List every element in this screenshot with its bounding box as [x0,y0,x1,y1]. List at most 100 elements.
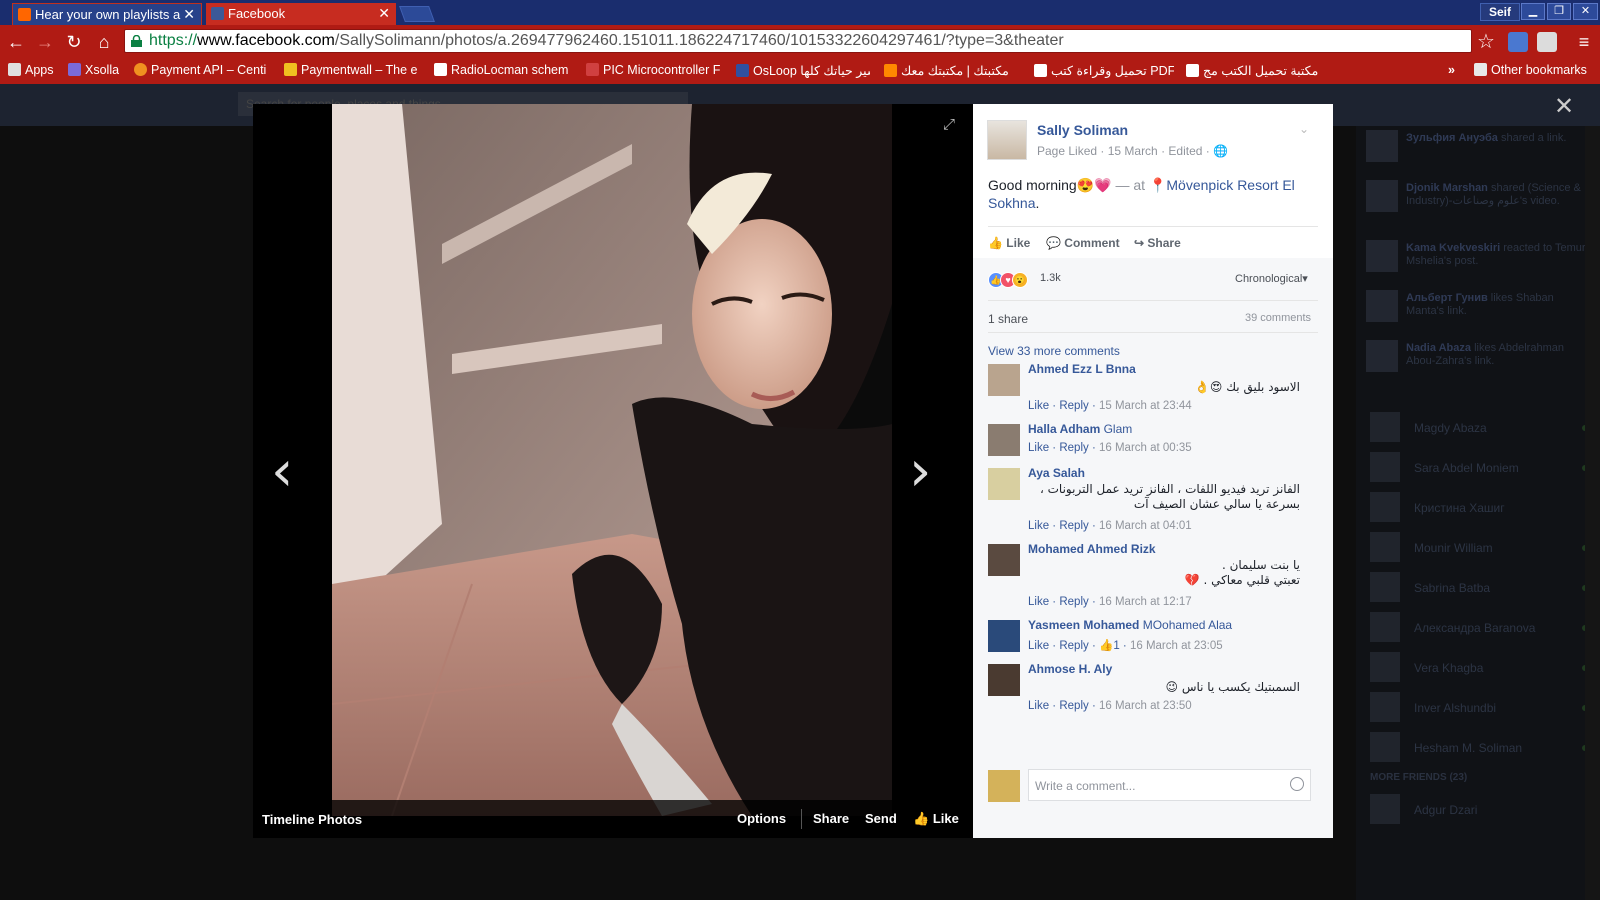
cube-extension-icon[interactable] [1537,32,1557,52]
chat-contact[interactable]: Кристина Хашиг [1366,492,1594,524]
bookmark-radiolocman[interactable]: RadioLocman schem [434,63,570,77]
comment-author[interactable]: Halla Adham Glam [1028,422,1132,436]
more-bookmarks-button[interactable]: » [1448,63,1455,77]
chat-contact[interactable]: Mounir William [1366,532,1594,564]
send-button[interactable]: Send [865,811,897,826]
bookmark-pic[interactable]: PIC Microcontroller F [586,63,720,77]
avatar[interactable] [988,544,1020,576]
page-scrollbar[interactable] [1585,126,1600,900]
comment-reply-link[interactable]: Reply [1059,442,1088,454]
comment-author[interactable]: Mohamed Ahmed Rizk [1028,542,1156,556]
other-bookmarks[interactable]: Other bookmarks [1474,63,1587,77]
avatar[interactable] [988,664,1020,696]
chat-contact[interactable]: Magdy Abaza [1366,412,1594,444]
share-photo-button[interactable]: Share [813,811,849,826]
comment-like-link[interactable]: Like [1028,640,1049,652]
comment-author[interactable]: Yasmeen Mohamed MOohamed Alaa [1028,618,1232,632]
bookmark-download-books[interactable]: مكتبة تحميل الكتب مج [1186,63,1326,78]
comment-reply-link[interactable]: Reply [1059,700,1088,712]
sort-dropdown[interactable]: Chronological▾ [1235,272,1308,285]
ticker-item[interactable]: Альберт Гунив likes Shaban Manta's link. [1366,290,1594,324]
profile-button[interactable]: Seif [1480,3,1521,21]
chat-contact[interactable]: Sabrina Batba [1366,572,1594,604]
comment-author[interactable]: Ahmose H. Aly [1028,662,1112,676]
chat-contact[interactable]: Hesham M. Soliman [1366,732,1594,764]
view-more-comments[interactable]: View 33 more comments [988,344,1120,358]
new-tab-button[interactable] [399,6,435,22]
address-bar[interactable]: https://www.facebook.com/SallySolimann/p… [124,29,1472,53]
reload-button[interactable]: ↻ [62,30,86,54]
tagged-name[interactable]: Glam [1104,422,1133,436]
share-button[interactable]: ↪ Share [1134,236,1181,250]
comment-like-link[interactable]: Like [1028,520,1049,532]
comment-reply-link[interactable]: Reply [1059,640,1088,652]
comment-reply-link[interactable]: Reply [1059,400,1088,412]
previous-photo-icon[interactable]: ‹ [271,444,293,500]
comment-likes[interactable]: 👍1 [1099,640,1120,652]
ticker-item[interactable]: Nadia Abaza likes Abdelrahman Abou-Zahra… [1366,340,1594,374]
like-photo-button[interactable]: 👍 Like [913,811,959,827]
bookmark-payment-api[interactable]: Payment API – Centi [134,63,268,77]
bookmark-osloop[interactable]: OsLoop سير حياتك كلها [736,63,870,78]
close-tab-icon[interactable]: ✕ [183,6,195,23]
bookmark-maktabtak[interactable]: مكتبتك | مكتبتك معك [884,63,1024,78]
tab-soundcloud[interactable]: Hear your own playlists a ✕ [12,3,202,25]
window-close-button[interactable]: ✕ [1573,3,1598,20]
shares-link[interactable]: 1 share [988,312,1028,326]
author-avatar[interactable] [987,120,1027,160]
chevron-down-icon[interactable]: ⌄ [1299,122,1309,136]
next-photo-icon[interactable]: › [909,444,931,500]
home-button[interactable]: ⌂ [92,30,116,54]
comment-date[interactable]: 16 March at 23:05 [1130,640,1223,652]
maximize-button[interactable]: ❐ [1547,3,1571,20]
comment-button[interactable]: 💬 Comment [1046,236,1120,250]
bookmark-apps[interactable]: Apps [8,63,54,77]
comment-date[interactable]: 16 March at 12:17 [1099,596,1192,608]
ticker-item[interactable]: Djonik Marshan shared (Science & Industr… [1366,180,1594,214]
chrome-menu-icon[interactable]: ≡ [1572,30,1596,54]
minimize-button[interactable]: ▁ [1521,3,1545,20]
comment-reply-link[interactable]: Reply [1059,520,1088,532]
comment-like-link[interactable]: Like [1028,442,1049,454]
back-button[interactable]: ← [4,30,28,54]
tab-facebook[interactable]: Facebook ✕ [206,3,396,25]
reaction-count[interactable]: 1.3k [1040,272,1061,284]
comment-reply-link[interactable]: Reply [1059,596,1088,608]
comment-like-link[interactable]: Like [1028,596,1049,608]
ticker-item[interactable]: Зульфия Ануэба shared a link. [1366,130,1594,164]
comment-like-link[interactable]: Like [1028,700,1049,712]
avatar[interactable] [988,620,1020,652]
comment-author[interactable]: Ahmed Ezz L Bnna [1028,362,1136,376]
close-tab-icon[interactable]: ✕ [378,5,390,22]
bookmark-paymentwall[interactable]: Paymentwall – The e [284,63,418,77]
chat-contact[interactable]: Vera Khagba [1366,652,1594,684]
bookmark-pdf-books[interactable]: تحميل وقراءة كتب PDF [1034,63,1174,78]
photo-image[interactable] [332,104,892,816]
bookmark-star-icon[interactable]: ☆ [1477,29,1495,54]
album-label[interactable]: Timeline Photos [262,812,362,827]
comment-date[interactable]: 16 March at 04:01 [1099,520,1192,532]
avatar[interactable] [988,424,1020,456]
comment-like-link[interactable]: Like [1028,400,1049,412]
options-button[interactable]: Options [737,811,786,826]
ticker-item[interactable]: Kama Kvekveskiri reacted to Temur Msheli… [1366,240,1594,274]
chat-contact[interactable]: Adgur Dzari [1366,794,1594,826]
comment-input[interactable]: Write a comment... [1028,769,1311,801]
comment-author[interactable]: Aya Salah [1028,466,1085,480]
comment-date[interactable]: 16 March at 00:35 [1099,442,1192,454]
chat-contact[interactable]: Александра Baranova [1366,612,1594,644]
like-button[interactable]: 👍 Like [988,236,1030,250]
chat-contact[interactable]: Sara Abdel Moniem [1366,452,1594,484]
bookmark-xsolla[interactable]: Xsolla [68,63,119,77]
tagged-name[interactable]: MOohamed Alaa [1143,618,1232,632]
translate-extension-icon[interactable] [1508,32,1528,52]
emoji-icon[interactable] [1290,777,1304,791]
avatar[interactable] [988,468,1020,500]
chat-contact[interactable]: Inver Alshundbi [1366,692,1594,724]
comment-date[interactable]: 16 March at 23:50 [1099,700,1192,712]
comment-date[interactable]: 15 March at 23:44 [1099,400,1192,412]
forward-button[interactable]: → [33,30,57,54]
avatar[interactable] [988,364,1020,396]
close-theater-icon[interactable]: ✕ [1554,92,1574,121]
author-name[interactable]: Sally Soliman [1037,122,1128,138]
